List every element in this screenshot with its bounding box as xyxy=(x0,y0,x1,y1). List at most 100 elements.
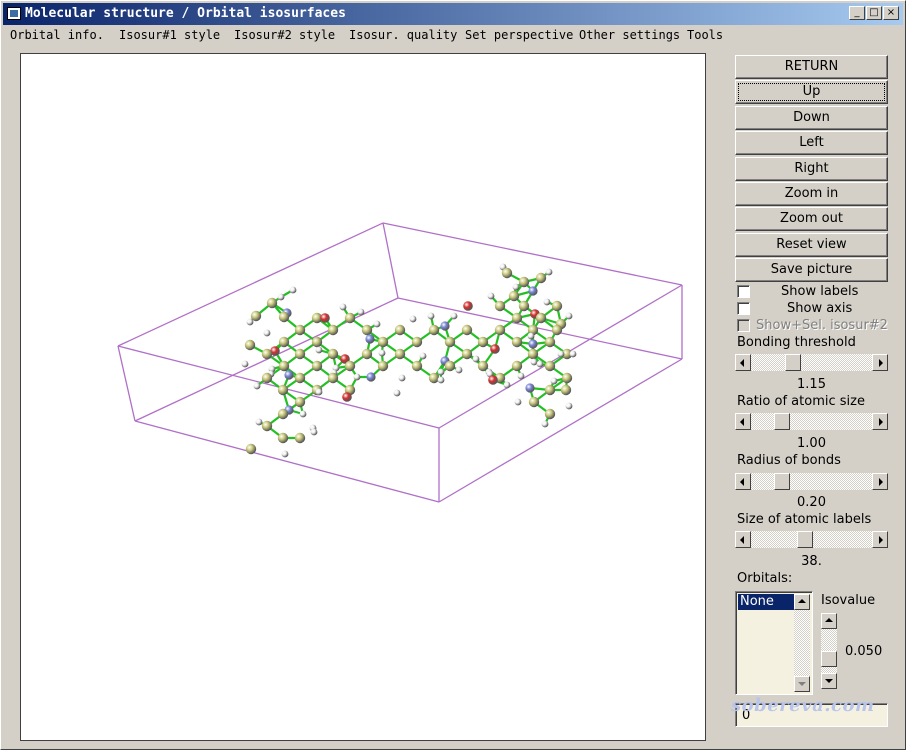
hydrogen-atom xyxy=(514,398,522,406)
hydrogen-atom xyxy=(378,349,386,357)
slider-left-arrow-icon[interactable] xyxy=(735,531,751,548)
carbon-atom xyxy=(377,360,389,372)
bonding-threshold-value: 1.15 xyxy=(797,377,826,392)
molecule-viewport[interactable] xyxy=(20,53,706,741)
carbon-atom xyxy=(428,324,440,336)
zoom-in-button[interactable]: Zoom in xyxy=(735,182,888,206)
slider-thumb[interactable] xyxy=(774,413,791,430)
ratio-atomic-size-value: 1.00 xyxy=(797,436,826,451)
ratio-atomic-size-slider[interactable] xyxy=(735,413,888,430)
menu-isosur-quality[interactable]: Isosur. quality xyxy=(349,28,457,42)
slider-left-arrow-icon[interactable] xyxy=(735,473,751,490)
up-button[interactable]: Up xyxy=(735,80,888,104)
menu-other-settings[interactable]: Other settings xyxy=(579,28,680,42)
scroll-up-arrow-icon[interactable] xyxy=(794,594,810,610)
isovalue-down-arrow-icon[interactable] xyxy=(821,673,837,689)
ratio-atomic-size-label: Ratio of atomic size xyxy=(737,394,865,409)
hydrogen-atom xyxy=(398,374,406,382)
hydrogen-atom xyxy=(373,320,381,328)
carbon-atom xyxy=(277,432,289,444)
scroll-down-arrow-icon[interactable] xyxy=(794,676,810,692)
carbon-atom xyxy=(277,408,289,420)
orbital-item-selected[interactable]: None xyxy=(738,594,795,610)
menu-orbital-info[interactable]: Orbital info. xyxy=(10,28,104,42)
carbon-atom xyxy=(344,312,356,324)
oxygen-atom xyxy=(342,392,352,402)
carbon-atom xyxy=(561,372,573,384)
slider-thumb[interactable] xyxy=(774,473,791,490)
carbon-atom xyxy=(261,372,273,384)
hydrogen-atom xyxy=(565,402,573,410)
menu-isosur2-style[interactable]: Isosur#2 style xyxy=(234,28,335,42)
carbon-atom xyxy=(278,311,290,323)
hydrogen-atom xyxy=(472,355,480,363)
isovalue-thumb[interactable] xyxy=(821,651,837,667)
menu-isosur1-style[interactable]: Isosur#1 style xyxy=(119,28,220,42)
hydrogen-atom xyxy=(517,372,525,380)
return-button[interactable]: RETURN xyxy=(735,55,888,79)
down-button[interactable]: Down xyxy=(735,106,888,130)
menu-set-perspective[interactable]: Set perspective xyxy=(465,28,573,42)
hydrogen-atom xyxy=(263,329,271,337)
carbon-atom xyxy=(294,396,306,408)
save-picture-button[interactable]: Save picture xyxy=(735,258,888,282)
isovalue-up-arrow-icon[interactable] xyxy=(821,613,837,629)
hydrogen-atom xyxy=(393,389,401,397)
size-atomic-labels-slider[interactable] xyxy=(735,531,888,548)
reset-view-button[interactable]: Reset view xyxy=(735,233,888,257)
carbon-atom xyxy=(278,360,290,372)
carbon-atom xyxy=(377,336,389,348)
slider-right-arrow-icon[interactable] xyxy=(872,413,888,430)
carbon-atom xyxy=(511,336,523,348)
orbitals-listbox[interactable]: None xyxy=(735,591,813,695)
zoom-out-button[interactable]: Zoom out xyxy=(735,207,888,231)
title-bar[interactable]: Molecular structure / Orbital isosurface… xyxy=(3,3,903,25)
left-button[interactable]: Left xyxy=(735,131,888,155)
main-window: Molecular structure / Orbital isosurface… xyxy=(0,0,906,750)
right-button[interactable]: Right xyxy=(735,157,888,181)
carbon-atom xyxy=(428,372,440,384)
show-sel-isosur2-label: Show+Sel. isosur#2 xyxy=(756,318,888,333)
hydrogen-atom xyxy=(241,360,249,368)
bonding-threshold-label: Bonding threshold xyxy=(737,335,856,350)
show-sel-isosur2-row: Show+Sel. isosur#2 xyxy=(735,318,891,334)
carbon-atom xyxy=(294,324,306,336)
minimize-button[interactable]: _ xyxy=(849,6,865,20)
slider-left-arrow-icon[interactable] xyxy=(735,413,751,430)
slider-left-arrow-icon[interactable] xyxy=(735,354,751,371)
close-button[interactable]: × xyxy=(883,6,899,20)
carbon-atom xyxy=(494,300,506,312)
isovalue-scrollbar[interactable] xyxy=(821,613,837,689)
bounding-box xyxy=(117,222,683,503)
carbon-atom xyxy=(294,372,306,384)
show-labels-checkbox[interactable] xyxy=(737,285,750,298)
show-axis-label: Show axis xyxy=(787,301,853,316)
carbon-atom xyxy=(461,348,473,360)
bonding-threshold-slider[interactable] xyxy=(735,354,888,371)
maximize-button[interactable]: □ xyxy=(866,6,882,20)
carbon-atom xyxy=(277,384,289,396)
show-axis-row[interactable]: Show axis xyxy=(735,301,891,317)
carbon-atom xyxy=(361,348,373,360)
carbon-atom xyxy=(477,336,489,348)
carbon-atom xyxy=(327,324,339,336)
carbon-atom xyxy=(311,360,323,372)
carbon-atom xyxy=(560,384,572,396)
slider-right-arrow-icon[interactable] xyxy=(872,354,888,371)
slider-thumb[interactable] xyxy=(797,531,814,548)
carbon-atom xyxy=(394,324,406,336)
nitrogen-atom xyxy=(365,334,375,344)
box-edge xyxy=(117,222,384,347)
show-labels-row[interactable]: Show labels xyxy=(735,284,891,300)
hydrogen-atom xyxy=(545,268,553,276)
menu-tools[interactable]: Tools xyxy=(687,28,723,42)
hydrogen-atom xyxy=(512,283,520,291)
carbon-atom xyxy=(544,408,556,420)
slider-right-arrow-icon[interactable] xyxy=(872,473,888,490)
slider-thumb[interactable] xyxy=(784,354,801,371)
show-axis-checkbox[interactable] xyxy=(737,302,750,315)
orbitals-scrollbar[interactable] xyxy=(794,594,810,692)
slider-right-arrow-icon[interactable] xyxy=(872,531,888,548)
radius-bonds-slider[interactable] xyxy=(735,473,888,490)
hydrogen-atom xyxy=(437,368,445,376)
